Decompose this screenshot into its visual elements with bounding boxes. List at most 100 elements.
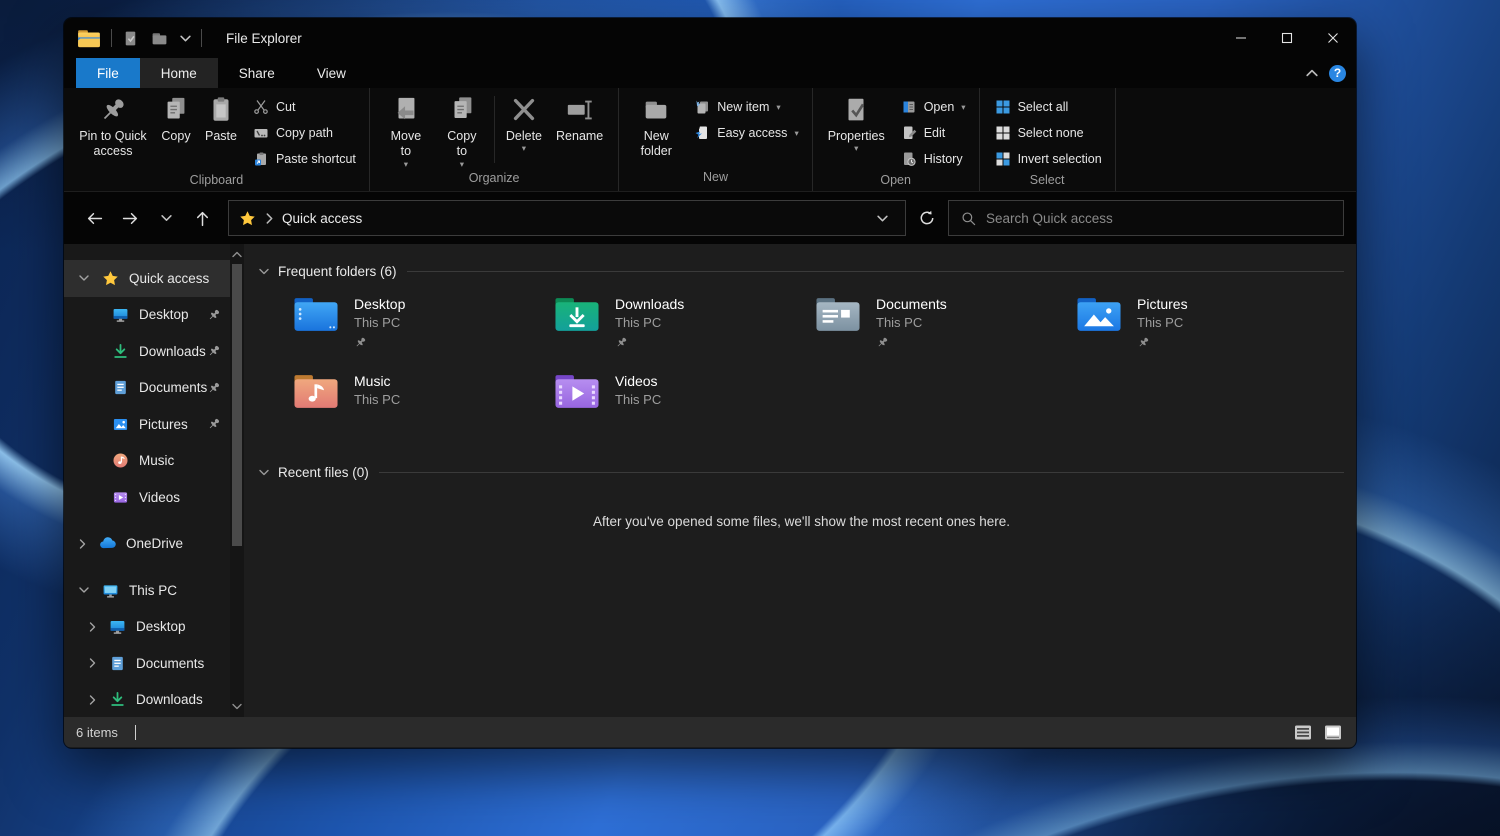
sidebar-item-pictures[interactable]: Pictures <box>64 406 230 443</box>
breadcrumb[interactable]: Quick access <box>282 211 362 226</box>
chevron-down-icon[interactable] <box>79 585 89 595</box>
sidebar-scrollbar[interactable] <box>230 244 244 717</box>
sidebar-item-label: Documents <box>139 380 207 395</box>
collapse-ribbon-icon[interactable] <box>1306 69 1318 77</box>
maximize-button[interactable] <box>1264 18 1310 58</box>
new-folder-quick-icon[interactable] <box>151 30 168 47</box>
onedrive-cloud-icon <box>99 535 116 552</box>
chevron-down-icon[interactable] <box>259 268 269 275</box>
section-title: Frequent folders (6) <box>278 264 397 279</box>
rename-button[interactable]: Rename <box>549 94 610 145</box>
details-view-icon <box>1294 724 1313 741</box>
chevron-right-icon[interactable] <box>89 695 96 705</box>
sidebar-group-gap <box>64 562 230 572</box>
recent-locations-button[interactable] <box>148 201 184 235</box>
tab-file[interactable]: File <box>76 58 140 88</box>
folder-tile-music[interactable]: Music This PC <box>291 371 552 426</box>
sidebar-item-downloads[interactable]: Downloads <box>64 333 230 370</box>
scrollbar-thumb[interactable] <box>232 264 242 546</box>
cut-button[interactable]: Cut <box>248 95 361 119</box>
breadcrumb-chevron-icon[interactable] <box>266 213 273 224</box>
folder-tile-downloads[interactable]: Downloads This PC <box>552 294 813 349</box>
chevron-right-icon[interactable] <box>89 622 96 632</box>
chevron-right-icon[interactable] <box>79 539 86 549</box>
folder-tile-pictures[interactable]: Pictures This PC <box>1074 294 1335 349</box>
frequent-folders-header[interactable]: Frequent folders (6) <box>259 261 1344 281</box>
edit-button[interactable]: Edit <box>896 121 971 145</box>
sidebar-item-label: Documents <box>136 656 204 671</box>
chevron-right-icon[interactable] <box>89 658 96 668</box>
sidebar-item-desktop[interactable]: Desktop <box>64 297 230 334</box>
tab-view[interactable]: View <box>296 58 367 88</box>
large-icons-view-button[interactable] <box>1323 723 1344 742</box>
scroll-down-icon[interactable] <box>232 702 242 711</box>
paste-shortcut-button[interactable]: Paste shortcut <box>248 147 361 171</box>
ribbon-group-clipboard: Pin to Quick access Copy Paste Cut <box>64 88 370 191</box>
back-button[interactable] <box>76 201 112 235</box>
up-button[interactable] <box>184 201 220 235</box>
tab-home[interactable]: Home <box>140 58 218 88</box>
folder-tile-documents[interactable]: Documents This PC <box>813 294 1074 349</box>
copy-path-button[interactable]: Copy path <box>248 121 361 145</box>
history-button[interactable]: History <box>896 147 971 171</box>
easy-access-button[interactable]: Easy access ▾ <box>689 121 803 145</box>
search-input[interactable] <box>986 211 1331 226</box>
scroll-up-icon[interactable] <box>232 250 242 259</box>
large-icons-view-icon <box>1324 724 1343 741</box>
ribbon: Pin to Quick access Copy Paste Cut <box>64 88 1356 192</box>
forward-button[interactable] <box>112 201 148 235</box>
arrow-right-icon <box>122 210 139 227</box>
minimize-button[interactable] <box>1218 18 1264 58</box>
sidebar-item-pc-desktop[interactable]: Desktop <box>64 609 230 646</box>
move-to-button[interactable]: Move to ▾ <box>378 94 434 169</box>
sidebar-item-this-pc[interactable]: This PC <box>64 572 230 609</box>
sidebar-item-pc-downloads[interactable]: Downloads <box>64 682 230 719</box>
pin-icon <box>876 336 889 349</box>
rename-icon <box>565 95 595 125</box>
tab-share[interactable]: Share <box>218 58 296 88</box>
refresh-button[interactable] <box>906 201 948 235</box>
sidebar-item-quick-access[interactable]: Quick access <box>64 260 230 297</box>
new-item-button[interactable]: New item ▾ <box>689 95 803 119</box>
scissors-icon <box>253 99 269 115</box>
properties-quick-icon[interactable] <box>122 30 139 47</box>
invert-selection-button[interactable]: Invert selection <box>990 147 1107 171</box>
paste-button[interactable]: Paste <box>198 94 244 145</box>
sidebar-item-onedrive[interactable]: OneDrive <box>64 526 230 563</box>
search-box[interactable] <box>948 200 1344 236</box>
recent-files-header[interactable]: Recent files (0) <box>259 462 1344 482</box>
pin-icon <box>615 336 628 349</box>
new-folder-button[interactable]: New folder <box>627 94 685 161</box>
desktop-wallpaper: File Explorer File Home Share View ? <box>0 0 1500 836</box>
section-title: Recent files (0) <box>278 465 369 480</box>
pin-to-quick-access-button[interactable]: Pin to Quick access <box>72 94 154 161</box>
sidebar-item-music[interactable]: Music <box>64 443 230 480</box>
ribbon-group-organize: Move to ▾ Copy to ▾ Delete ▾ <box>370 88 619 191</box>
copy-button[interactable]: Copy <box>154 94 198 145</box>
chevron-down-icon[interactable] <box>79 273 89 283</box>
sidebar-item-videos[interactable]: Videos <box>64 479 230 516</box>
select-none-button[interactable]: Select none <box>990 121 1107 145</box>
help-button[interactable]: ? <box>1329 65 1346 82</box>
customize-toolbar-chevron-icon[interactable] <box>180 35 191 42</box>
folder-tile-videos[interactable]: Videos This PC <box>552 371 813 426</box>
sidebar-item-pc-documents[interactable]: Documents <box>64 645 230 682</box>
chevron-down-icon[interactable] <box>259 469 269 476</box>
close-button[interactable] <box>1310 18 1356 58</box>
desktop-icon <box>112 306 129 323</box>
select-all-button[interactable]: Select all <box>990 95 1107 119</box>
details-view-button[interactable] <box>1293 723 1314 742</box>
delete-button[interactable]: Delete ▾ <box>499 94 549 154</box>
sidebar-item-label: Downloads <box>139 344 206 359</box>
properties-button[interactable]: Properties ▾ <box>821 94 892 154</box>
address-dropdown-button[interactable] <box>869 215 895 222</box>
folder-tile-desktop[interactable]: Desktop This PC <box>291 294 552 349</box>
tile-location: This PC <box>615 391 661 409</box>
button-label: Copy path <box>276 126 333 140</box>
open-button[interactable]: Open ▾ <box>896 95 971 119</box>
address-box[interactable]: Quick access <box>228 200 906 236</box>
sidebar-item-documents[interactable]: Documents <box>64 370 230 407</box>
history-icon <box>901 151 917 167</box>
pin-icon <box>207 344 221 358</box>
copy-to-button[interactable]: Copy to ▾ <box>434 94 490 169</box>
